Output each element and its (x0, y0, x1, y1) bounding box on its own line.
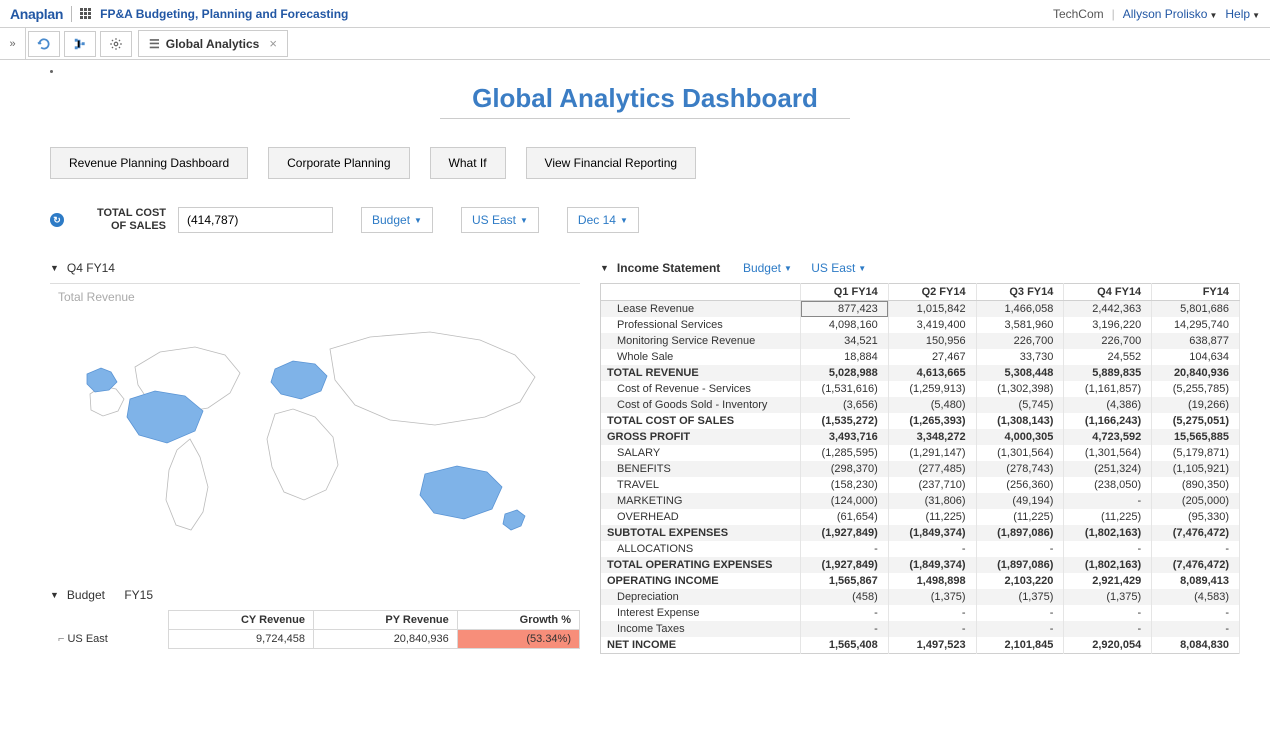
user-menu[interactable]: Allyson Prolisko▼ (1123, 7, 1218, 21)
page-title: Global Analytics Dashboard (50, 83, 1240, 114)
income-version-dropdown[interactable]: Budget▼ (743, 261, 792, 275)
table-row[interactable]: Cost of Goods Sold - Inventory(3,656)(5,… (601, 397, 1240, 413)
table-header-row: Q1 FY14 Q2 FY14 Q3 FY14 Q4 FY14 FY14 (601, 284, 1240, 301)
tab-label: Global Analytics (166, 37, 260, 51)
tab-global-analytics[interactable]: ☰ Global Analytics × (138, 30, 288, 57)
col-py-revenue: PY Revenue (313, 611, 457, 630)
top-bar: Anaplan FP&A Budgeting, Planning and For… (0, 0, 1270, 28)
collapse-icon[interactable]: ▼ (600, 263, 609, 273)
hierarchy-button[interactable] (64, 31, 96, 57)
table-row[interactable]: TRAVEL(158,230)(237,710)(256,360)(238,05… (601, 477, 1240, 493)
world-map[interactable] (50, 304, 580, 564)
logo: Anaplan (10, 6, 63, 22)
collapse-icon[interactable]: ▼ (50, 590, 59, 600)
table-row[interactable]: SUBTOTAL EXPENSES(1,927,849)(1,849,374)(… (601, 525, 1240, 541)
world-map-svg (75, 319, 555, 549)
metric-label: TOTAL COSTOF SALES (76, 207, 166, 232)
sidebar-expand-button[interactable]: » (0, 28, 26, 60)
version-dropdown[interactable]: Budget▼ (361, 207, 433, 233)
table-row[interactable]: Cost of Revenue - Services(1,531,616)(1,… (601, 381, 1240, 397)
table-header-row: CY Revenue PY Revenue Growth % (50, 611, 580, 630)
table-row[interactable]: ⌐ US East 9,724,458 20,840,936 (53.34%) (50, 630, 580, 649)
table-row[interactable]: TOTAL OPERATING EXPENSES(1,927,849)(1,84… (601, 557, 1240, 573)
collapse-icon[interactable]: ▼ (50, 263, 59, 273)
app-grid-icon[interactable] (80, 8, 92, 20)
table-row[interactable]: MARKETING(124,000)(31,806)(49,194)-(205,… (601, 493, 1240, 509)
refresh-button[interactable] (28, 31, 60, 57)
income-panel-header: ▼ Income Statement Budget▼ US East▼ (600, 261, 1240, 275)
marker-dot (50, 70, 53, 73)
hierarchy-icon (73, 37, 87, 51)
table-row[interactable]: ALLOCATIONS----- (601, 541, 1240, 557)
menu-icon: ☰ (149, 37, 160, 51)
table-row[interactable]: Whole Sale18,88427,46733,73024,552104,63… (601, 349, 1240, 365)
gear-icon (109, 37, 123, 51)
budget-table: CY Revenue PY Revenue Growth % ⌐ US East… (50, 610, 580, 649)
nav-view-financial-reporting[interactable]: View Financial Reporting (526, 147, 697, 179)
nav-revenue-planning[interactable]: Revenue Planning Dashboard (50, 147, 248, 179)
col-growth: Growth % (457, 611, 579, 630)
refresh-icon (37, 37, 51, 51)
table-row[interactable]: OVERHEAD(61,654)(11,225)(11,225)(11,225)… (601, 509, 1240, 525)
metric-row: ↻ TOTAL COSTOF SALES Budget▼ US East▼ De… (50, 207, 1240, 233)
nav-what-if[interactable]: What If (430, 147, 506, 179)
table-row[interactable]: SALARY(1,285,595)(1,291,147)(1,301,564)(… (601, 445, 1240, 461)
period-dropdown[interactable]: Dec 14▼ (567, 207, 639, 233)
table-row[interactable]: Income Taxes----- (601, 621, 1240, 637)
metric-value-input[interactable] (178, 207, 333, 233)
settings-button[interactable] (100, 31, 132, 57)
org-name: TechCom (1053, 7, 1104, 21)
table-row[interactable]: Depreciation(458)(1,375)(1,375)(1,375)(4… (601, 589, 1240, 605)
table-row[interactable]: OPERATING INCOME1,565,8671,498,8982,103,… (601, 573, 1240, 589)
map-panel-header: ▼ Q4 FY14 (50, 261, 580, 275)
region-dropdown[interactable]: US East▼ (461, 207, 539, 233)
close-icon[interactable]: × (269, 36, 277, 51)
income-title: Income Statement (617, 261, 720, 275)
map-period: Q4 FY14 (67, 261, 115, 275)
table-row[interactable]: TOTAL REVENUE5,028,9884,613,6655,308,448… (601, 365, 1240, 381)
nav-button-row: Revenue Planning Dashboard Corporate Pla… (50, 147, 1240, 179)
table-row[interactable]: Interest Expense----- (601, 605, 1240, 621)
table-row[interactable]: Monitoring Service Revenue34,521150,9562… (601, 333, 1240, 349)
table-row[interactable]: Lease Revenue877,4231,015,8421,466,0582,… (601, 301, 1240, 318)
table-row[interactable]: TOTAL COST OF SALES(1,535,272)(1,265,393… (601, 413, 1240, 429)
budget-panel-header: ▼ Budget FY15 (50, 588, 580, 602)
table-row[interactable]: BENEFITS(298,370)(277,485)(278,743)(251,… (601, 461, 1240, 477)
budget-label: Budget (67, 588, 105, 602)
table-row[interactable]: GROSS PROFIT3,493,7163,348,2724,000,3054… (601, 429, 1240, 445)
sync-icon[interactable]: ↻ (50, 213, 64, 227)
table-row[interactable]: Professional Services4,098,1603,419,4003… (601, 317, 1240, 333)
nav-corporate-planning[interactable]: Corporate Planning (268, 147, 409, 179)
toolbar: » ☰ Global Analytics × (0, 28, 1270, 60)
income-region-dropdown[interactable]: US East▼ (811, 261, 866, 275)
breadcrumb[interactable]: FP&A Budgeting, Planning and Forecasting (100, 7, 348, 21)
income-statement-table: Q1 FY14 Q2 FY14 Q3 FY14 Q4 FY14 FY14 Lea… (600, 283, 1240, 654)
divider (71, 6, 72, 22)
map-subtitle: Total Revenue (58, 290, 580, 304)
table-row[interactable]: NET INCOME1,565,4081,497,5232,101,8452,9… (601, 637, 1240, 654)
col-cy-revenue: CY Revenue (169, 611, 314, 630)
budget-year: FY15 (124, 588, 153, 602)
help-menu[interactable]: Help▼ (1225, 7, 1260, 21)
